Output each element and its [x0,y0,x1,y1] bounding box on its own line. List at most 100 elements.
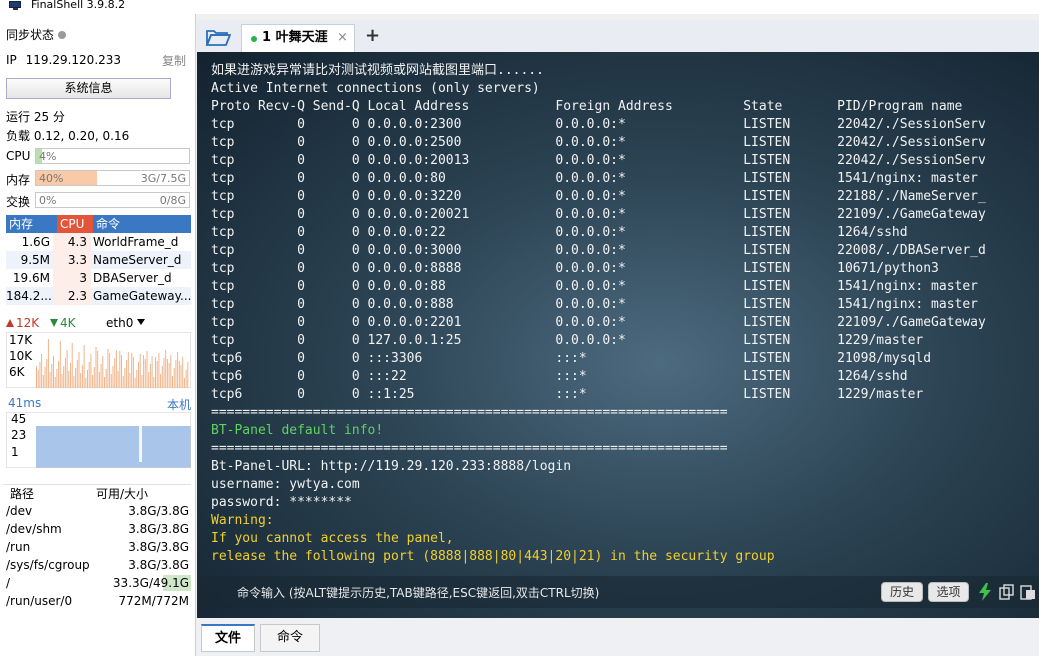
tab-commands[interactable]: 命令 [260,624,320,652]
chart-bar [53,356,54,388]
process-row[interactable]: 9.5M 3.3 NameServer_d [6,251,191,269]
net-tick: 17K [9,333,33,347]
col-mem-header[interactable]: 内存 [6,215,57,233]
disk-path: /sys/fs/cgroup [6,558,90,572]
interface-select[interactable]: eth0 [106,316,146,330]
terminal-line: tcp6 0 0 :::22 :::* LISTEN 1264/sshd [211,369,908,384]
command-input-bar[interactable]: 命令输入 (按ALT键提示历史,TAB键路径,ESC键返回,双击CTRL切换) … [197,576,1039,608]
terminal-bt-header: BT-Panel default info! [211,423,384,438]
disk-size: 3.8G/3.8G [128,504,189,518]
terminal-line: tcp 0 0 0.0.0.0:3220 0.0.0.0:* LISTEN 22… [211,189,986,204]
sync-status-dot-icon [58,31,67,39]
app-icon [9,1,23,10]
chart-bar [39,362,41,388]
chart-bar [81,365,83,388]
history-button[interactable]: 历史 [881,582,923,602]
tab-files[interactable]: 文件 [201,624,255,652]
chart-bar [149,364,151,388]
terminal-line: tcp 0 0 0.0.0.0:22 0.0.0.0:* LISTEN 1264… [211,225,908,240]
process-row[interactable]: 19.6M 3 DBAServer_d [6,269,191,287]
lightning-icon[interactable] [978,583,992,601]
disk-size: 3.8G/3.8G [128,522,189,536]
ip-row: IP 119.29.120.233 [6,53,121,67]
disk-row[interactable]: /dev/shm 3.8G/3.8G [3,520,191,538]
disk-size-cell: 3.8G/3.8G [103,538,191,556]
options-button[interactable]: 选项 [928,582,969,602]
terminal-separator: ========================================… [211,405,728,420]
chart-bar [126,360,128,388]
chart-bar [139,354,141,388]
process-mem: 19.6M [12,271,50,285]
disk-row[interactable]: /dev 3.8G/3.8G [3,502,191,520]
col-cpu-header[interactable]: CPU [57,215,93,233]
ping-chart-svg [5,411,192,469]
disk-row[interactable]: /run/user/0 772M/772M [3,592,191,610]
chart-bar [119,351,121,388]
chart-bar [172,376,173,388]
disk-row[interactable]: /sys/fs/cgroup 3.8G/3.8G [3,556,191,574]
chart-bar [124,368,126,388]
chart-bar [160,374,162,388]
chart-bar [66,350,68,388]
add-tab-icon[interactable]: + [365,25,380,46]
chart-bar [97,351,99,388]
process-cpu: 2.3 [53,287,91,305]
chart-bar [95,347,97,388]
command-input[interactable]: 命令输入 (按ALT键提示历史,TAB键路径,ESC键返回,双击CTRL切换) [237,584,599,601]
chart-bar [92,375,94,388]
chart-bar [183,378,185,388]
chart-bar [63,366,65,388]
ip-label: IP [6,53,17,67]
process-mem: 1.6G [21,235,50,249]
ping-target[interactable]: 本机 [167,396,191,413]
sync-status: 同步状态 [6,26,67,43]
ping-tick: 45 [11,412,27,426]
swap-percent: 0% [39,194,57,207]
disk-size-cell: 3.8G/3.8G [103,502,191,520]
chart-bar [170,355,172,388]
folder-open-icon[interactable] [205,27,232,47]
ping-latency: 41ms [8,396,42,410]
terminal-line: tcp 0 0 127.0.0.1:25 0.0.0.0:* LISTEN 12… [211,333,924,348]
mem-meter: 40% 3G/7.5G [35,170,190,186]
copy-ip-link[interactable]: 复制 [162,52,186,69]
close-icon[interactable]: × [337,25,348,51]
tab-session-1[interactable]: 1 叶舞天涯 × [241,24,355,52]
chart-bar [182,357,184,388]
disk-path: /dev/shm [6,522,62,536]
load-average: 负载 0.12, 0.20, 0.16 [6,129,130,143]
connected-dot-icon [251,36,257,42]
ping-area [36,426,191,468]
chart-bar [132,357,134,388]
terminal-line: tcp 0 0 0.0.0.0:2300 0.0.0.0:* LISTEN 22… [211,117,986,132]
chart-bar [187,362,189,388]
process-row[interactable]: 1.6G 4.3 WorldFrame_d [6,233,191,251]
network-chart: 17K 10K 6K [5,331,192,389]
ip-address: 119.29.120.233 [25,53,122,67]
chart-bar [177,352,179,388]
chart-bar [105,369,107,388]
download-rate: 4K [50,316,76,330]
download-value: 4K [60,316,76,330]
network-chart-svg [5,331,192,389]
chart-bar [93,367,95,388]
copy-icon[interactable] [999,584,1015,600]
chart-bar [80,373,82,388]
process-cpu: 3 [53,269,91,287]
system-info-button[interactable]: 系统信息 [6,78,171,99]
chart-bar [98,372,100,388]
process-cpu: 4.3 [53,233,91,251]
chart-bar [121,355,122,388]
chart-bar [70,363,71,388]
terminal[interactable]: 如果进游戏异常请比对测试视频或网站截图里端口...... Active Inter… [197,52,1039,618]
disk-row[interactable]: / 33.3G/49.1G [3,574,191,592]
chart-bar [185,370,187,388]
chart-bar [85,378,87,388]
col-cmd-header[interactable]: 命令 [93,215,120,233]
cpu-label: CPU [6,149,31,163]
disk-row[interactable]: /run 3.8G/3.8G [3,538,191,556]
net-tick: 6K [9,365,25,379]
paste-icon[interactable] [1020,584,1036,600]
process-row[interactable]: 184.2... 2.3 GameGateway... [6,287,191,305]
terminal-line: tcp6 0 0 :::3306 :::* LISTEN 21098/mysql… [211,351,932,366]
